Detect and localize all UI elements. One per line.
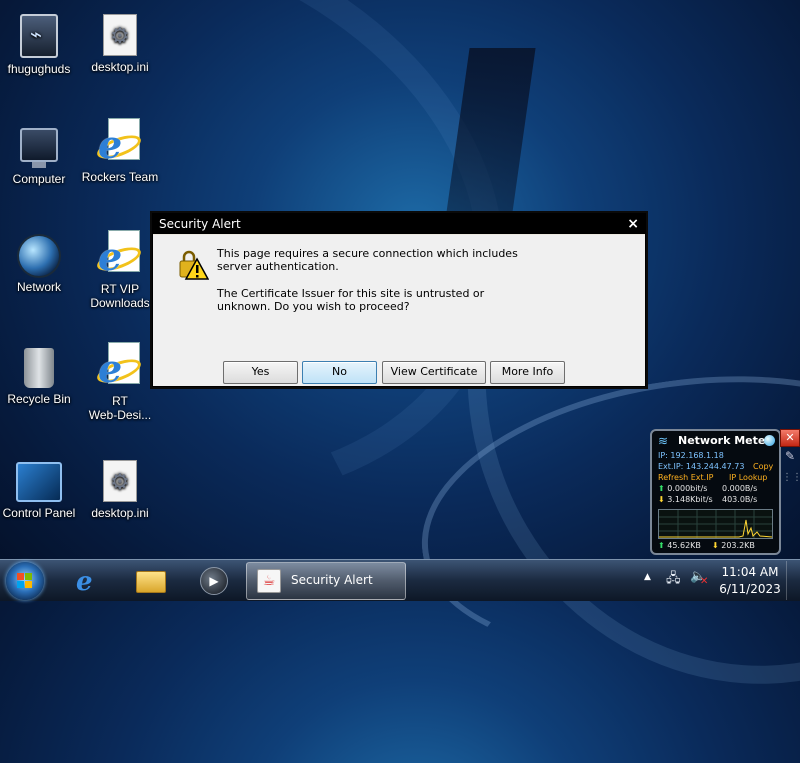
internet-explorer-icon: e <box>94 342 144 390</box>
media-player-icon: ▶ <box>200 567 228 595</box>
dialog-message: This page requires a secure connection w… <box>217 247 617 327</box>
desktop-icon-label: Recycle Bin <box>7 392 71 406</box>
network-meter-gadget: ≋ Network Meter IP: 192.168.1.18 Ext.IP:… <box>650 429 781 555</box>
desktop-icon-recycle-bin[interactable]: Recycle Bin <box>0 344 80 406</box>
download-rate-bytes: 403.0B/s <box>722 495 758 504</box>
desktop-icon-label: desktop.ini <box>91 60 149 74</box>
desktop-icon-desktop-ini-2[interactable]: desktop.ini <box>79 456 161 520</box>
desktop-icon-label: desktop.ini <box>91 506 149 520</box>
desktop-icon-fhugughuds[interactable]: fhugughuds <box>0 10 80 76</box>
clock-date[interactable]: 6/11/2023 <box>718 582 782 596</box>
dialog-title: Security Alert <box>159 217 241 231</box>
taskbar-internet-explorer[interactable]: e <box>62 563 112 598</box>
folder-icon <box>136 571 166 593</box>
desktop-icon-rockers-team[interactable]: e Rockers Team <box>79 118 161 184</box>
copy-link[interactable]: Copy <box>753 462 773 472</box>
internet-explorer-icon: e <box>76 567 93 597</box>
taskbar-window-label: Security Alert <box>291 573 373 587</box>
view-certificate-button[interactable]: View Certificate <box>382 361 486 384</box>
show-hidden-icons-icon[interactable]: ▲ <box>644 572 651 582</box>
globe-icon <box>764 435 775 446</box>
wifi-icon: ≋ <box>658 434 669 448</box>
recycle-bin-icon <box>24 348 54 388</box>
computer-icon <box>20 128 58 168</box>
close-icon[interactable]: × <box>627 214 639 234</box>
internet-explorer-icon: e <box>94 230 144 278</box>
no-button[interactable]: No <box>302 361 377 384</box>
start-button[interactable] <box>6 562 44 600</box>
yes-button[interactable]: Yes <box>223 361 298 384</box>
arrow-down-icon: ⬇ <box>712 541 719 550</box>
desktop-icon-label: Network <box>16 280 61 294</box>
total-upload: 45.62KB <box>667 541 701 550</box>
more-info-button[interactable]: More Info <box>490 361 565 384</box>
wallpaper-swoosh <box>384 12 800 763</box>
network-status-icon[interactable]: 🖧 <box>666 569 682 586</box>
gadget-title: Network Meter <box>678 434 771 447</box>
dialog-titlebar[interactable]: Security Alert × <box>153 214 645 234</box>
download-rate-row: ⬇ 3.148Kbit/s <box>658 495 713 505</box>
desktop-icon-label: Control Panel <box>2 506 76 520</box>
desktop-icon-label: RT Web-Desi... <box>88 394 152 422</box>
dialog-message-line-1: This page requires a secure connection w… <box>217 247 518 273</box>
desktop-icon-network[interactable]: Network <box>0 232 80 294</box>
total-upload-row: ⬆ 45.62KB <box>658 541 701 551</box>
traffic-graph-plot <box>659 510 772 538</box>
external-ip: Ext.IP: 143.244.47.73 <box>658 462 745 471</box>
wrench-icon[interactable]: ✎ <box>782 449 798 465</box>
dialog-message-line-2: The Certificate Issuer for this site is … <box>217 287 485 313</box>
gadget-close-button[interactable]: ✕ <box>780 429 800 447</box>
clock-time[interactable]: 11:04 AM <box>718 565 782 579</box>
config-file-icon <box>103 14 137 56</box>
taskbar-media-player[interactable]: ▶ <box>186 563 236 598</box>
windows-logo-icon <box>17 573 33 589</box>
network-icon <box>19 236 59 276</box>
arrow-up-icon: ⬆ <box>658 484 665 493</box>
local-ip: IP: 192.168.1.18 <box>658 451 724 460</box>
drag-handle-icon[interactable]: ⋮⋮ <box>782 470 800 486</box>
taskbar-active-security-alert[interactable]: ☕ Security Alert <box>246 562 406 600</box>
desktop-icon-rt-vip-downloads[interactable]: e RT VIP Downloads <box>79 230 161 310</box>
ip-lookup-link[interactable]: IP Lookup <box>729 473 767 483</box>
desktop-icon-label: Rockers Team <box>81 170 159 184</box>
taskbar-windows-explorer[interactable] <box>124 563 174 598</box>
user-icon <box>20 14 58 58</box>
dialog-body: This page requires a secure connection w… <box>153 235 645 386</box>
warning-lock-icon <box>179 250 209 280</box>
desktop-icon-computer[interactable]: Computer <box>0 120 80 186</box>
control-panel-icon <box>16 462 62 502</box>
upload-rate-bytes: 0.000B/s <box>722 484 758 493</box>
security-alert-dialog: Security Alert × This page requires a se… <box>152 213 646 387</box>
desktop-icon-label: Computer <box>12 172 66 186</box>
java-icon: ☕ <box>257 569 281 593</box>
refresh-ext-ip-link[interactable]: Refresh Ext.IP <box>658 473 713 483</box>
arrow-down-icon: ⬇ <box>658 495 665 504</box>
upload-rate-row: ⬆ 0.000bit/s <box>658 484 707 494</box>
upload-rate-bits: 0.000bit/s <box>667 484 708 493</box>
total-download: 203.2KB <box>721 541 755 550</box>
internet-explorer-icon: e <box>94 118 144 166</box>
show-desktop-button[interactable] <box>786 561 800 600</box>
desktop-icon-control-panel[interactable]: Control Panel <box>0 456 80 520</box>
traffic-graph <box>658 509 773 539</box>
desktop-icon-label: RT VIP Downloads <box>90 282 150 310</box>
arrow-up-icon: ⬆ <box>658 541 665 550</box>
config-file-icon <box>103 460 137 502</box>
download-rate-bits: 3.148Kbit/s <box>667 495 713 504</box>
desktop-icon-desktop-ini[interactable]: desktop.ini <box>79 10 161 74</box>
desktop-icon-label: fhugughuds <box>7 62 71 76</box>
muted-x-icon: ✕ <box>700 576 709 587</box>
desktop-icon-rt-web-design[interactable]: e RT Web-Desi... <box>79 342 161 422</box>
total-download-row: ⬇ 203.2KB <box>712 541 755 551</box>
